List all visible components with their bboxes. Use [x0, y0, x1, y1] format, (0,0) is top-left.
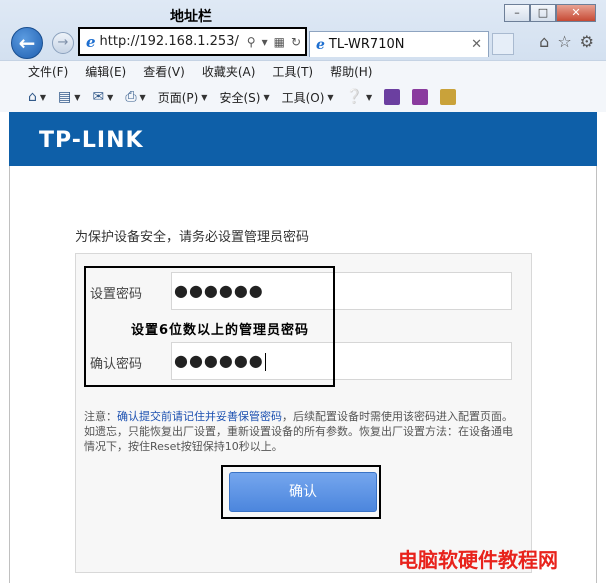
- watermark-text: 电脑软硬件教程网: [398, 548, 558, 572]
- search-icon[interactable]: ⚲: [247, 35, 256, 49]
- brand-header: TP-LINK: [9, 112, 597, 166]
- confirm-button[interactable]: 确认: [229, 472, 377, 512]
- feeds-command[interactable]: ▤ ▼: [58, 89, 80, 105]
- password-note: 注意：确认提交前请记住并妥善保管密码，后续配置设备时需使用该密码进入配置页面。如…: [84, 410, 513, 453]
- command-bar: ⌂ ▼ ▤ ▼ ✉ ▼ ⎙ ▼ 页面(P) ▼ 安全(S) ▼ 工具(O) ▼ ❔ ▼: [0, 82, 606, 112]
- research-icon[interactable]: [440, 89, 457, 105]
- page-border-left: [9, 166, 10, 583]
- ie-icon: e: [86, 32, 96, 51]
- browser-right-icons: ⌂ ☆ ⚙: [539, 32, 594, 51]
- back-button[interactable]: ←: [11, 27, 43, 59]
- help-command[interactable]: ❔ ▼: [346, 89, 373, 105]
- intro-text: 为保护设备安全，请务必设置管理员密码: [75, 230, 310, 245]
- ie-icon: e: [316, 36, 325, 53]
- tp-link-logo: TP-LINK: [39, 128, 144, 153]
- tools-menu[interactable]: 工具(O) ▼: [282, 89, 334, 106]
- window-controls: – □ ✕: [504, 4, 596, 22]
- menu-tools[interactable]: 工具(T): [272, 63, 313, 80]
- safety-menu[interactable]: 安全(S) ▼: [219, 89, 269, 106]
- address-url[interactable]: http://192.168.1.253/: [100, 34, 247, 49]
- close-button[interactable]: ✕: [556, 4, 596, 22]
- menu-view[interactable]: 查看(V): [143, 63, 185, 80]
- rss-icon: ▤: [58, 89, 72, 105]
- onenote-linked-icon[interactable]: [412, 89, 429, 105]
- arrow-left-icon: ←: [18, 31, 36, 55]
- note-highlight: 确认提交前请记住并妥善保管密码: [117, 410, 282, 423]
- tab-close-icon[interactable]: ✕: [471, 37, 482, 52]
- page-border-right: [596, 166, 597, 583]
- menu-help[interactable]: 帮助(H): [330, 63, 372, 80]
- menu-file[interactable]: 文件(F): [28, 63, 68, 80]
- print-command[interactable]: ⎙ ▼: [125, 89, 145, 105]
- address-bar[interactable]: e http://192.168.1.253/ ⚲ ▾ ▦ ↻: [78, 27, 307, 56]
- maximize-button[interactable]: □: [530, 4, 556, 22]
- home-icon[interactable]: ⌂: [539, 32, 549, 51]
- tab-title: TL-WR710N: [328, 37, 405, 52]
- mail-icon: ✉: [92, 89, 105, 105]
- forward-button[interactable]: →: [52, 32, 74, 54]
- refresh-icon[interactable]: ↻: [291, 35, 301, 49]
- home-command[interactable]: ⌂ ▼: [28, 89, 46, 105]
- new-tab-button[interactable]: [492, 33, 514, 55]
- minimize-button[interactable]: –: [504, 4, 530, 22]
- browser-chrome: – □ ✕ ← → e http://192.168.1.253/ ⚲ ▾ ▦ …: [0, 0, 606, 112]
- compat-view-icon[interactable]: ▦: [274, 35, 285, 49]
- printer-icon: ⎙: [125, 89, 137, 105]
- gear-icon[interactable]: ⚙: [580, 32, 594, 51]
- dropdown-caret-icon[interactable]: ▾: [262, 35, 268, 49]
- password-hint-annotation: 设置6位数以上的管理员密码: [131, 323, 310, 338]
- onenote-icon[interactable]: [384, 89, 401, 105]
- mail-command[interactable]: ✉ ▼: [92, 89, 113, 105]
- arrow-right-icon: →: [57, 35, 69, 50]
- tab-tl-wr710n[interactable]: e TL-WR710N ✕: [309, 31, 489, 57]
- address-bar-annotation: 地址栏: [170, 9, 212, 25]
- menu-bar: 文件(F) 编辑(E) 查看(V) 收藏夹(A) 工具(T) 帮助(H): [0, 60, 606, 82]
- menu-favorites[interactable]: 收藏夹(A): [202, 63, 256, 80]
- page-menu[interactable]: 页面(P) ▼: [158, 89, 208, 106]
- favorites-star-icon[interactable]: ☆: [557, 32, 571, 51]
- menu-edit[interactable]: 编辑(E): [85, 63, 126, 80]
- help-icon: ❔: [345, 89, 363, 105]
- home-icon: ⌂: [28, 89, 37, 105]
